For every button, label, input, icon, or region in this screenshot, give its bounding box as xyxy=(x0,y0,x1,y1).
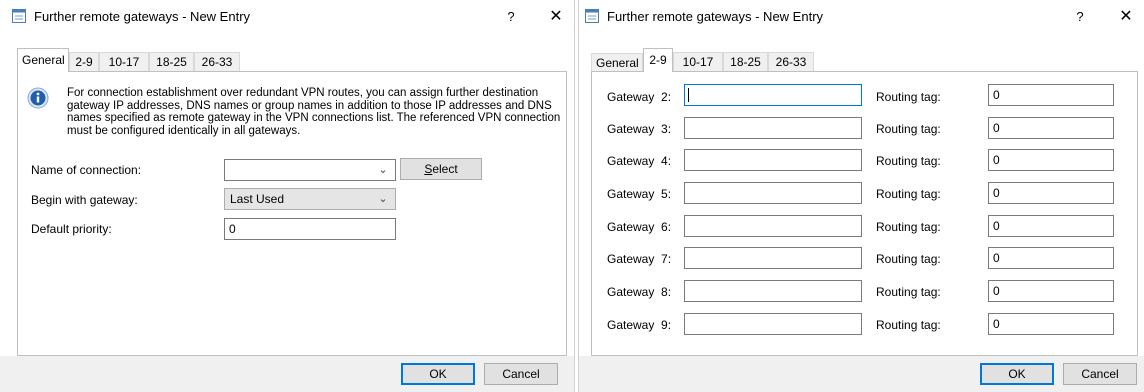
tab-10-17[interactable]: 10-17 xyxy=(99,52,149,71)
gateway-label: Gateway 3: xyxy=(607,122,672,136)
help-button[interactable]: ? xyxy=(499,6,523,28)
cancel-button[interactable]: Cancel xyxy=(1063,363,1137,385)
name-of-connection-label: Name of connection: xyxy=(31,163,142,177)
tab-10-17[interactable]: 10-17 xyxy=(673,52,723,71)
ok-button[interactable]: OK xyxy=(980,363,1054,385)
routing-tag-label: Routing tag: xyxy=(876,252,941,266)
help-button[interactable]: ? xyxy=(1068,6,1092,28)
cancel-button[interactable]: Cancel xyxy=(484,363,558,385)
routing-tag-input[interactable]: 0 xyxy=(988,84,1114,106)
dialog-title: Further remote gateways - New Entry xyxy=(34,9,251,24)
window-icon xyxy=(585,9,599,23)
dialog-title: Further remote gateways - New Entry xyxy=(607,9,824,24)
tab-26-33[interactable]: 26-33 xyxy=(194,52,240,71)
gateway-input[interactable] xyxy=(684,280,862,302)
button-bar: OK Cancel xyxy=(579,356,1144,392)
default-priority-label: Default priority: xyxy=(31,222,112,236)
text-caret xyxy=(688,88,689,102)
gateway-label: Gateway 7: xyxy=(607,252,672,266)
gateway-label: Gateway 4: xyxy=(607,154,672,168)
tab-2-9[interactable]: 2-9 xyxy=(69,52,99,71)
title-bar: Further remote gateways - New Entry ? ✕ xyxy=(0,0,574,34)
gateway-input[interactable] xyxy=(684,182,862,204)
routing-tag-input[interactable]: 0 xyxy=(988,280,1114,302)
gateway-input[interactable] xyxy=(684,313,862,335)
gateway-label: Gateway 5: xyxy=(607,187,672,201)
chevron-down-icon[interactable]: ⌄ xyxy=(375,160,391,180)
begin-with-gateway-value: Last Used xyxy=(230,192,285,206)
routing-tag-label: Routing tag: xyxy=(876,154,941,168)
tab-26-33[interactable]: 26-33 xyxy=(768,52,814,71)
tab-18-25[interactable]: 18-25 xyxy=(149,52,194,71)
dialog-general: Further remote gateways - New Entry ? ✕ … xyxy=(0,0,575,392)
routing-tag-label: Routing tag: xyxy=(876,122,941,136)
routing-tag-label: Routing tag: xyxy=(876,220,941,234)
ok-button[interactable]: OK xyxy=(401,363,475,385)
tab-general[interactable]: General xyxy=(591,53,643,72)
gateway-label: Gateway 2: xyxy=(607,90,672,104)
begin-with-gateway-select[interactable]: Last Used ⌄ xyxy=(224,188,396,210)
routing-tag-label: Routing tag: xyxy=(876,187,941,201)
routing-tag-input[interactable]: 0 xyxy=(988,117,1114,139)
gateway-label: Gateway 6: xyxy=(607,220,672,234)
gateway-input[interactable] xyxy=(684,215,862,237)
tab-2-9[interactable]: 2-9 xyxy=(643,48,673,72)
gateway-input[interactable] xyxy=(684,84,862,106)
dialog-gateways-2-9: Further remote gateways - New Entry ? ✕ … xyxy=(578,0,1144,392)
title-bar: Further remote gateways - New Entry ? ✕ xyxy=(579,0,1144,34)
gateway-input[interactable] xyxy=(684,247,862,269)
info-description: For connection establishment over redund… xyxy=(67,87,561,137)
gateway-label: Gateway 8: xyxy=(607,285,672,299)
select-button[interactable]: Select xyxy=(400,158,482,180)
routing-tag-input[interactable]: 0 xyxy=(988,182,1114,204)
default-priority-input[interactable]: 0 xyxy=(224,218,396,240)
chevron-down-icon[interactable]: ⌄ xyxy=(375,189,391,209)
gateway-input[interactable] xyxy=(684,117,862,139)
tab-18-25[interactable]: 18-25 xyxy=(723,52,768,71)
routing-tag-input[interactable]: 0 xyxy=(988,149,1114,171)
routing-tag-input[interactable]: 0 xyxy=(988,215,1114,237)
begin-with-gateway-label: Begin with gateway: xyxy=(31,193,138,207)
info-icon xyxy=(27,87,49,109)
button-bar: OK Cancel xyxy=(0,356,574,392)
window-icon xyxy=(12,9,26,23)
routing-tag-label: Routing tag: xyxy=(876,90,941,104)
routing-tag-label: Routing tag: xyxy=(876,318,941,332)
routing-tag-label: Routing tag: xyxy=(876,285,941,299)
close-icon[interactable]: ✕ xyxy=(1111,6,1141,28)
tab-general[interactable]: General xyxy=(17,48,69,72)
routing-tag-input[interactable]: 0 xyxy=(988,313,1114,335)
name-of-connection-combo[interactable]: ⌄ xyxy=(224,159,396,181)
gateway-label: Gateway 9: xyxy=(607,318,672,332)
close-icon[interactable]: ✕ xyxy=(541,6,571,28)
routing-tag-input[interactable]: 0 xyxy=(988,247,1114,269)
gateway-input[interactable] xyxy=(684,149,862,171)
